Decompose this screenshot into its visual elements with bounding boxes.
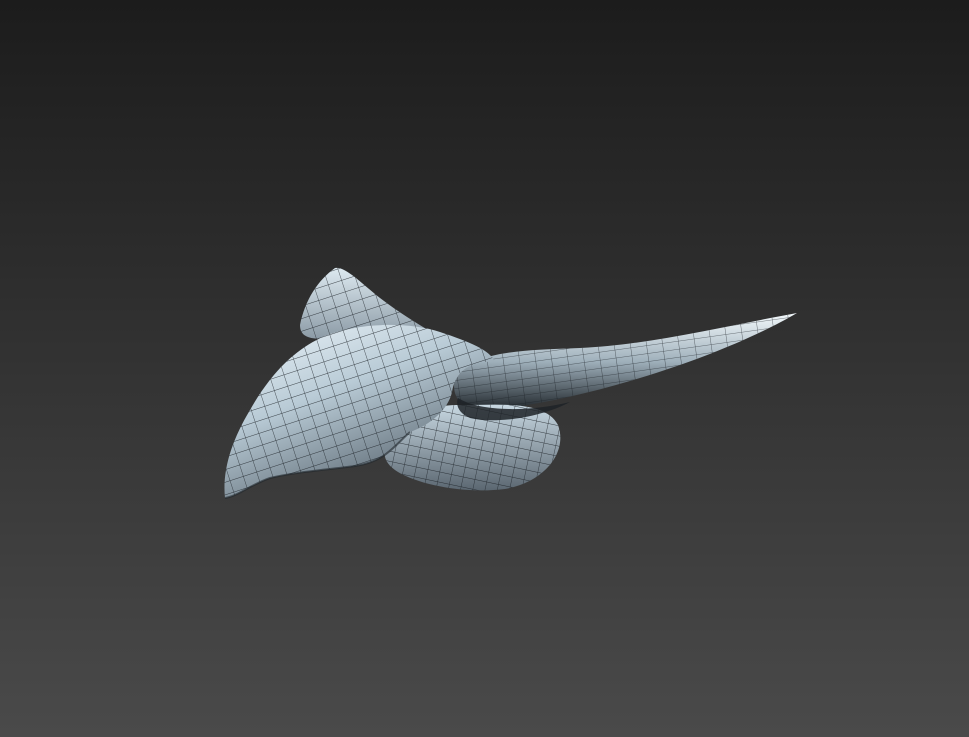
3d-viewport[interactable] bbox=[0, 0, 969, 737]
mesh-model[interactable] bbox=[224, 267, 797, 499]
3d-scene bbox=[224, 267, 797, 499]
